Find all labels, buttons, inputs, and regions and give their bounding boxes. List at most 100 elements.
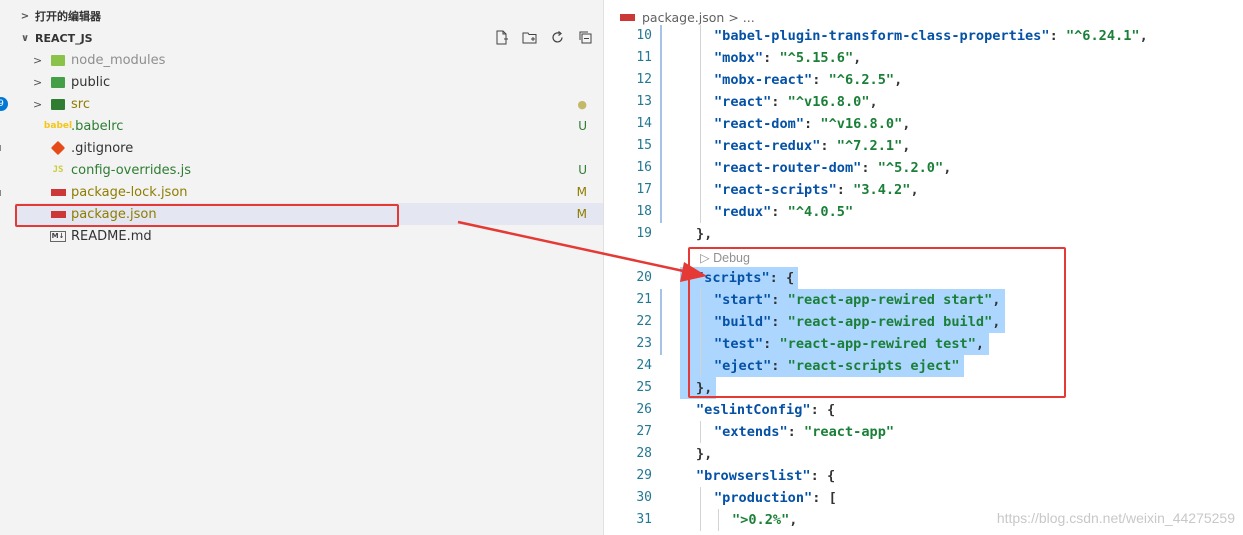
annotation-box-package-json (15, 204, 399, 227)
token-sep: : (771, 94, 788, 110)
new-file-icon[interactable] (492, 28, 511, 47)
code-line[interactable]: 18 "redux": "^4.0.5" (604, 201, 1243, 223)
code-line[interactable]: 17 "react-scripts": "3.4.2", (604, 179, 1243, 201)
token-end: , (894, 72, 903, 88)
token-key: "react-dom" (714, 116, 805, 132)
line-number: 31 (636, 512, 652, 527)
code-line[interactable]: 28}, (604, 443, 1243, 465)
breadcrumb-file[interactable]: package.json (642, 10, 724, 25)
token-val: "^v16.8.0" (787, 94, 870, 110)
line-number: 22 (636, 314, 652, 329)
indent-guide (700, 421, 701, 443)
breadcrumb: package.json > ... (620, 8, 755, 26)
token-sep: : (763, 50, 780, 66)
markdown-icon: M↓ (49, 230, 67, 242)
line-number: 14 (636, 116, 652, 131)
code-text: "react-router-dom": "^5.2.0", (714, 157, 951, 179)
code-editor[interactable]: package.json > ... 10 "babel-plugin-trans… (604, 0, 1243, 535)
token-key: "react" (714, 94, 772, 110)
source-control-badge[interactable]: 9 (0, 97, 8, 111)
code-line[interactable]: 10 "babel-plugin-transform-class-properti… (604, 25, 1243, 47)
tree-item-public[interactable]: > public (15, 71, 603, 93)
git-status: M (576, 207, 587, 221)
indent-guide (700, 25, 701, 47)
code-line[interactable]: 14 "react-dom": "^v16.8.0", (604, 113, 1243, 135)
code-line[interactable]: 19}, (604, 223, 1243, 245)
line-number: 25 (636, 380, 652, 395)
token-sep: : (787, 424, 805, 440)
token-val: "react-app" (804, 424, 895, 440)
tree-item-src[interactable]: > src ● (15, 93, 603, 115)
token-end: , (910, 182, 919, 198)
code-text: "browserslist": { (696, 465, 835, 487)
token-val: "3.4.2" (853, 182, 911, 198)
token-sep: : (836, 182, 854, 198)
token-val: "^7.2.1" (836, 138, 903, 154)
code-line[interactable]: 15 "react-redux": "^7.2.1", (604, 135, 1243, 157)
git-status: M (576, 185, 587, 199)
token-end: { (826, 402, 836, 418)
line-number: 21 (636, 292, 652, 307)
token-key: "eslintConfig" (696, 402, 811, 418)
code-line[interactable]: 16 "react-router-dom": "^5.2.0", (604, 157, 1243, 179)
token-end: { (826, 468, 836, 484)
tree-item-label: src (71, 96, 90, 112)
token-val: ">0.2%" (732, 512, 790, 528)
token-end: , (869, 94, 878, 110)
activity-icon-fragment[interactable] (0, 145, 4, 151)
code-text: "redux": "^4.0.5" (714, 201, 853, 223)
tree-item-label: .babelrc (71, 118, 124, 134)
new-folder-icon[interactable] (520, 28, 539, 47)
tree-item-babelrc[interactable]: babel .babelrc U (15, 115, 603, 137)
line-number: 23 (636, 336, 652, 351)
tree-item-node-modules[interactable]: > node_modules (15, 49, 603, 71)
babel-icon: babel (43, 121, 73, 131)
token-end: , (789, 512, 798, 528)
token-key: "mobx" (714, 50, 764, 66)
line-number: 11 (636, 50, 652, 65)
code-text: ">0.2%", (732, 509, 797, 531)
open-editors-header[interactable]: > 打开的编辑器 (15, 5, 603, 27)
indent-guide (700, 179, 701, 201)
code-line[interactable]: 29 "browserslist": { (604, 465, 1243, 487)
code-line[interactable]: 12 "mobx-react": "^6.2.5", (604, 69, 1243, 91)
tree-item-label: .gitignore (71, 140, 134, 156)
line-number: 13 (636, 94, 652, 109)
code-text: "eslintConfig": { (696, 399, 835, 421)
token-key: "production" (714, 490, 813, 506)
chevron-right-icon: > (33, 53, 43, 67)
collapse-all-icon[interactable] (576, 28, 595, 47)
breadcrumb-more[interactable]: ... (743, 10, 755, 25)
token-val: "^4.0.5" (787, 204, 854, 220)
project-label: REACT_JS (35, 31, 93, 45)
open-editors-label: 打开的编辑器 (35, 10, 101, 23)
line-number: 12 (636, 72, 652, 87)
tree-item-package-lock[interactable]: package-lock.json M (15, 181, 603, 203)
git-status: U (578, 119, 587, 133)
line-number: 27 (636, 424, 652, 439)
tree-item-config-overrides[interactable]: JS config-overrides.js U (15, 159, 603, 181)
token-end: , (902, 138, 911, 154)
refresh-icon[interactable] (548, 28, 567, 47)
code-line[interactable]: 30 "production": [ (604, 487, 1243, 509)
indent-guide (700, 69, 701, 91)
tree-item-label: public (71, 74, 111, 90)
line-number: 18 (636, 204, 652, 219)
token-key: "browserslist" (696, 468, 811, 484)
tree-item-gitignore[interactable]: .gitignore (15, 137, 603, 159)
activity-icon-fragment[interactable] (0, 190, 4, 196)
code-line[interactable]: 26 "eslintConfig": { (604, 399, 1243, 421)
line-number: 19 (636, 226, 652, 241)
token-end: }, (696, 446, 713, 462)
tree-item-readme[interactable]: M↓ README.md (15, 225, 603, 247)
code-line[interactable]: 27 "extends": "react-app" (604, 421, 1243, 443)
code-line[interactable]: 13 "react": "^v16.8.0", (604, 91, 1243, 113)
tree-item-label: README.md (71, 228, 152, 244)
code-text: "react-scripts": "3.4.2", (714, 179, 919, 201)
token-sep: : (804, 116, 821, 132)
code-line[interactable]: 11 "mobx": "^5.15.6", (604, 47, 1243, 69)
token-end: }, (696, 226, 713, 242)
npm-icon (50, 185, 66, 199)
line-number: 10 (636, 28, 652, 43)
token-sep: : (810, 468, 827, 484)
